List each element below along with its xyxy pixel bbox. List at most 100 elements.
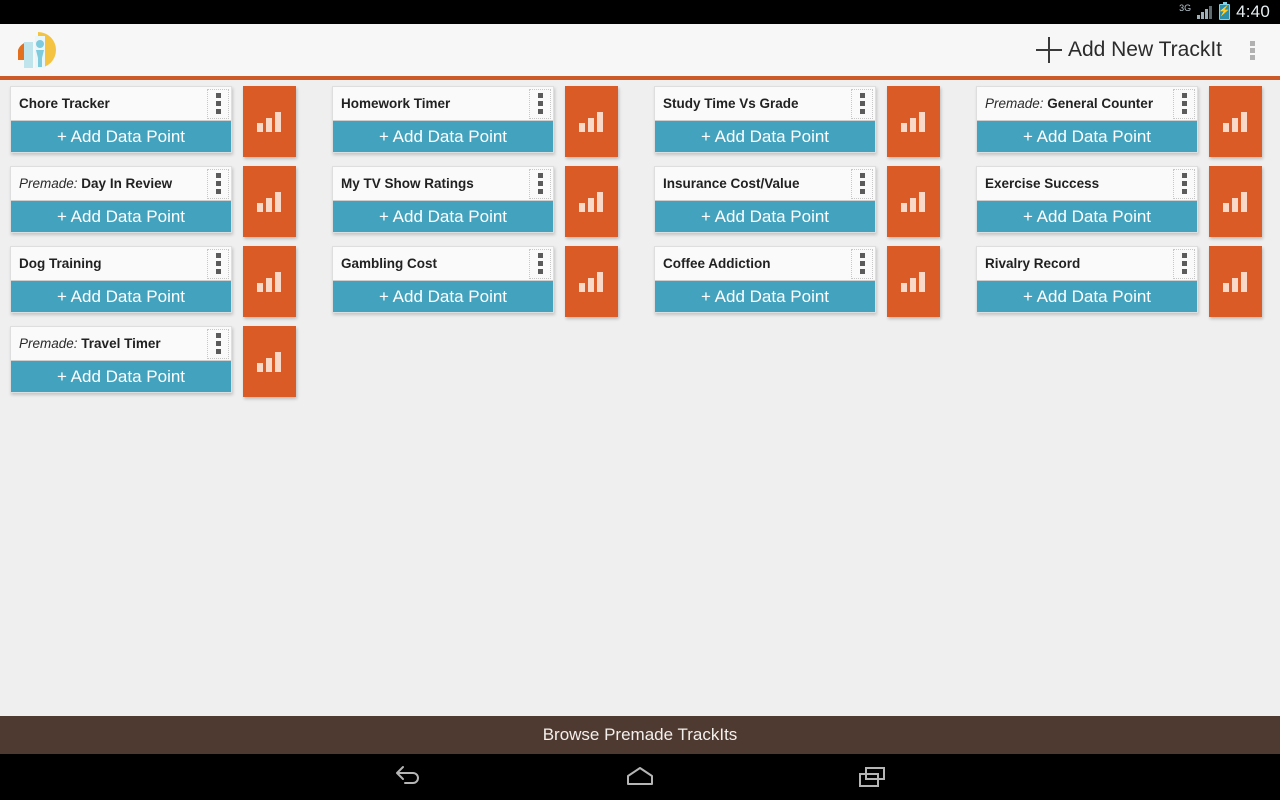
add-data-point-label: + Add Data Point	[56, 366, 186, 386]
trackit-cell: Dog Training + Add Data Point	[10, 246, 332, 326]
network-type-label: 3G	[1179, 2, 1192, 13]
charging-bolt-icon: ⚡	[1218, 6, 1231, 17]
view-chart-button[interactable]	[887, 86, 940, 157]
trackit-card-header: Coffee Addiction	[655, 247, 875, 280]
bar-chart-icon	[1222, 191, 1249, 212]
trackit-title: Premade: Travel Timer	[19, 327, 207, 360]
view-chart-button[interactable]	[887, 246, 940, 317]
bar-chart-icon	[900, 191, 927, 212]
trackit-cell: Exercise Success + Add Data Point	[976, 166, 1280, 246]
add-data-point-label: + Add Data Point	[1022, 126, 1152, 146]
bar-chart-icon	[1222, 271, 1249, 292]
trackit-card-header: Premade: General Counter	[977, 87, 1197, 120]
trackit-card-header: Rivalry Record	[977, 247, 1197, 280]
add-data-point-button[interactable]: + Add Data Point	[333, 280, 553, 312]
trackit-card-header: Insurance Cost/Value	[655, 167, 875, 200]
trackit-cell: Gambling Cost + Add Data Point	[332, 246, 654, 326]
trackit-name-label: Dog Training	[19, 256, 102, 271]
trackit-overflow-menu-icon[interactable]	[207, 248, 229, 279]
add-data-point-button[interactable]: + Add Data Point	[333, 120, 553, 152]
bar-chart-icon	[900, 111, 927, 132]
add-new-trackit-button[interactable]: Add New TrackIt	[1032, 33, 1232, 67]
view-chart-button[interactable]	[1209, 246, 1262, 317]
trackit-overflow-menu-icon[interactable]	[851, 168, 873, 199]
app-bar-overflow-menu-icon[interactable]	[1232, 28, 1272, 72]
add-data-point-button[interactable]: + Add Data Point	[977, 200, 1197, 232]
trackit-title: Chore Tracker	[19, 87, 207, 120]
view-chart-button[interactable]	[243, 326, 296, 397]
bar-chart-icon	[1222, 111, 1249, 132]
view-chart-button[interactable]	[1209, 166, 1262, 237]
view-chart-button[interactable]	[565, 246, 618, 317]
back-arrow-icon[interactable]	[380, 759, 436, 795]
trackit-overflow-menu-icon[interactable]	[1173, 88, 1195, 119]
add-data-point-button[interactable]: + Add Data Point	[977, 120, 1197, 152]
add-data-point-label: + Add Data Point	[700, 206, 830, 226]
trackit-name-label: My TV Show Ratings	[341, 176, 474, 191]
battery-charging-icon: ⚡	[1218, 1, 1231, 20]
trackit-card: My TV Show Ratings + Add Data Point	[332, 166, 554, 233]
trackit-overflow-menu-icon[interactable]	[207, 328, 229, 359]
trackit-card-header: Gambling Cost	[333, 247, 553, 280]
trackit-card-header: Chore Tracker	[11, 87, 231, 120]
trackit-overflow-menu-icon[interactable]	[529, 168, 551, 199]
add-data-point-label: + Add Data Point	[378, 126, 508, 146]
trackit-card-header: Premade: Day In Review	[11, 167, 231, 200]
view-chart-button[interactable]	[243, 166, 296, 237]
trackit-overflow-menu-icon[interactable]	[1173, 248, 1195, 279]
app-screen: 3G ⚡ 4:40 Add New TrackIt Chore Tracker …	[0, 0, 1280, 800]
add-new-trackit-label: Add New TrackIt	[1067, 38, 1222, 61]
view-chart-button[interactable]	[243, 86, 296, 157]
add-data-point-label: + Add Data Point	[56, 126, 186, 146]
trackit-cell: Chore Tracker + Add Data Point	[10, 86, 332, 166]
trackit-overflow-menu-icon[interactable]	[851, 248, 873, 279]
trackit-overflow-menu-icon[interactable]	[851, 88, 873, 119]
bar-chart-icon	[578, 111, 605, 132]
bar-chart-icon	[256, 191, 283, 212]
add-data-point-button[interactable]: + Add Data Point	[11, 360, 231, 392]
add-data-point-button[interactable]: + Add Data Point	[11, 120, 231, 152]
trackit-overflow-menu-icon[interactable]	[207, 168, 229, 199]
add-data-point-button[interactable]: + Add Data Point	[11, 280, 231, 312]
add-data-point-button[interactable]: + Add Data Point	[11, 200, 231, 232]
view-chart-button[interactable]	[565, 166, 618, 237]
view-chart-button[interactable]	[887, 166, 940, 237]
trackit-card: Dog Training + Add Data Point	[10, 246, 232, 313]
trackit-title: Study Time Vs Grade	[663, 87, 851, 120]
premade-prefix-label: Premade:	[19, 336, 78, 351]
trackit-card: Premade: Day In Review + Add Data Point	[10, 166, 232, 233]
home-icon[interactable]	[612, 759, 668, 795]
trackit-cell: My TV Show Ratings + Add Data Point	[332, 166, 654, 246]
trackit-card: Gambling Cost + Add Data Point	[332, 246, 554, 313]
trackit-overflow-menu-icon[interactable]	[207, 88, 229, 119]
trackit-title: Insurance Cost/Value	[663, 167, 851, 200]
trackit-card-header: Exercise Success	[977, 167, 1197, 200]
trackit-overflow-menu-icon[interactable]	[529, 248, 551, 279]
trackit-card: Premade: General Counter + Add Data Point	[976, 86, 1198, 153]
status-bar: 3G ⚡ 4:40	[0, 0, 1280, 24]
trackit-name-label: Coffee Addiction	[663, 256, 771, 271]
add-data-point-button[interactable]: + Add Data Point	[655, 120, 875, 152]
trackit-card-header: Dog Training	[11, 247, 231, 280]
view-chart-button[interactable]	[243, 246, 296, 317]
app-bar-divider	[0, 76, 1280, 80]
add-data-point-label: + Add Data Point	[378, 286, 508, 306]
browse-premade-trackits-label: Browse Premade TrackIts	[542, 725, 738, 744]
add-data-point-button[interactable]: + Add Data Point	[655, 200, 875, 232]
add-data-point-button[interactable]: + Add Data Point	[333, 200, 553, 232]
browse-premade-trackits-button[interactable]: Browse Premade TrackIts	[0, 716, 1280, 754]
bar-chart-icon	[578, 271, 605, 292]
add-data-point-button[interactable]: + Add Data Point	[655, 280, 875, 312]
view-chart-button[interactable]	[565, 86, 618, 157]
trackit-name-label: Chore Tracker	[19, 96, 110, 111]
trackit-cell: Study Time Vs Grade + Add Data Point	[654, 86, 976, 166]
recent-apps-icon[interactable]	[844, 759, 900, 795]
add-data-point-button[interactable]: + Add Data Point	[977, 280, 1197, 312]
view-chart-button[interactable]	[1209, 86, 1262, 157]
trackit-overflow-menu-icon[interactable]	[529, 88, 551, 119]
trackit-overflow-menu-icon[interactable]	[1173, 168, 1195, 199]
trackit-name-label: Day In Review	[81, 176, 173, 191]
trackit-title: Gambling Cost	[341, 247, 529, 280]
trackit-card: Premade: Travel Timer + Add Data Point	[10, 326, 232, 393]
add-data-point-label: + Add Data Point	[56, 286, 186, 306]
